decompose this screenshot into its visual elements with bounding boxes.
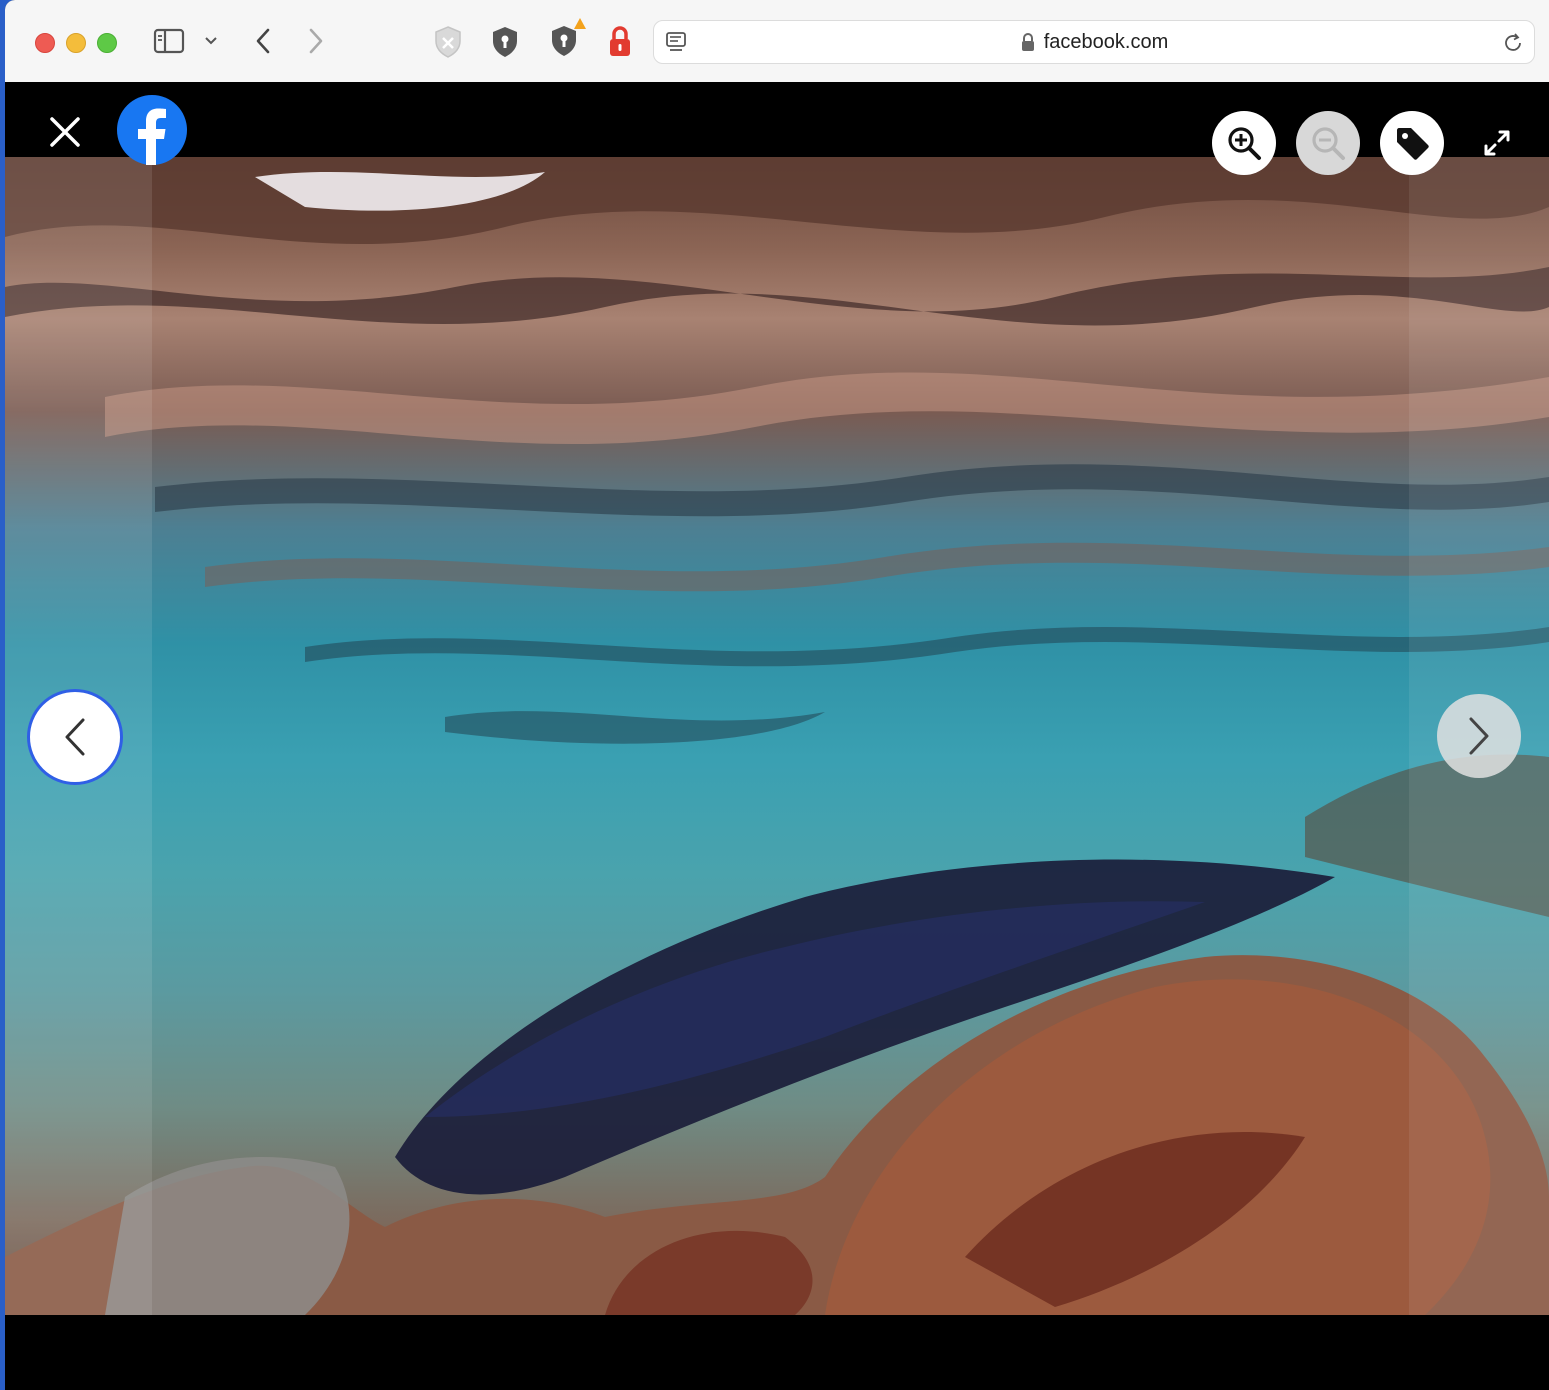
forward-icon[interactable] (303, 26, 329, 56)
browser-toolbar: facebook.com (5, 0, 1549, 83)
address-bar[interactable]: facebook.com (653, 20, 1535, 64)
tag-icon (1397, 128, 1429, 160)
chevron-right-icon (1469, 717, 1489, 755)
zoom-out-button[interactable] (1296, 111, 1360, 175)
close-icon (50, 117, 80, 147)
window-close-button[interactable] (35, 33, 55, 53)
chevron-left-icon (65, 718, 85, 756)
lock-icon (1020, 32, 1036, 52)
photo-artwork (5, 157, 1549, 1315)
photo-viewer (5, 82, 1549, 1390)
reload-icon[interactable] (1500, 30, 1526, 56)
fullscreen-icon (1484, 130, 1510, 156)
window-minimize-button[interactable] (66, 33, 86, 53)
facebook-logo[interactable] (117, 95, 187, 165)
zoom-in-icon (1228, 127, 1261, 160)
fullscreen-button[interactable] (1465, 111, 1529, 175)
tag-photo-button[interactable] (1380, 111, 1444, 175)
lock-red-icon[interactable] (605, 24, 635, 60)
url-text: facebook.com (1043, 30, 1169, 53)
shield-icon[interactable] (488, 24, 522, 60)
url-display: facebook.com (654, 21, 1534, 63)
chevron-down-icon[interactable] (201, 32, 221, 50)
shield-disabled-icon[interactable] (431, 24, 465, 60)
sidebar-icon[interactable] (152, 27, 186, 55)
next-photo-button[interactable] (1437, 694, 1521, 778)
window-maximize-button[interactable] (97, 33, 117, 53)
zoom-in-button[interactable] (1212, 111, 1276, 175)
shield-warning-icon[interactable] (545, 16, 587, 60)
previous-photo-button[interactable] (27, 689, 123, 785)
underwater-photo (5, 157, 1549, 1315)
zoom-out-icon (1312, 127, 1345, 160)
browser-window: facebook.com (5, 0, 1549, 1390)
back-icon[interactable] (250, 26, 276, 56)
close-viewer-button[interactable] (35, 102, 95, 162)
